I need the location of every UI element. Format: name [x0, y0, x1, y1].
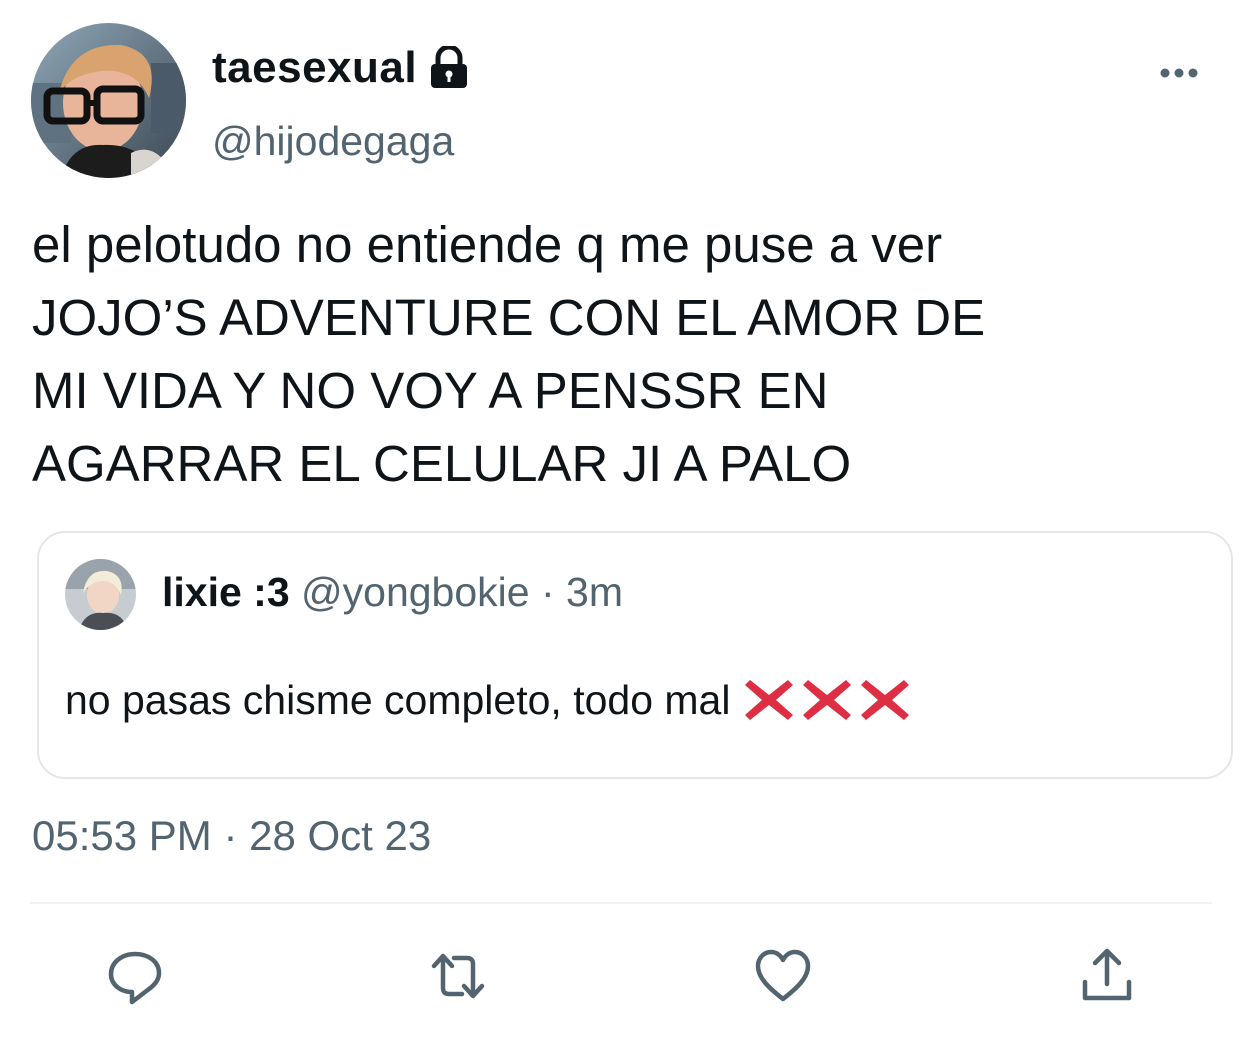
quoted-tweet-text-row: no pasas chisme completo, todo mal	[65, 676, 912, 724]
divider	[30, 902, 1212, 904]
cross-mark-icon	[800, 676, 854, 724]
quoted-tweet-card[interactable]: lixie :3 @yongbokie · 3m no pasas chisme…	[37, 531, 1233, 779]
tweet-text-line: AGARRAR EL CELULAR JI A PALO	[32, 435, 852, 492]
quoted-time-ago[interactable]: 3m	[566, 569, 623, 615]
quoted-author-avatar[interactable]	[65, 559, 136, 630]
quoted-display-name[interactable]: lixie :3	[162, 569, 290, 615]
tweet-text: el pelotudo no entiende q me puse a ver …	[32, 208, 1212, 500]
quoted-separator: ·	[540, 569, 555, 615]
author-display-name[interactable]: taesexual	[212, 43, 417, 93]
reply-icon	[108, 951, 162, 1005]
author-avatar[interactable]	[31, 23, 186, 178]
quoted-tweet-text: no pasas chisme completo, todo mal	[65, 676, 731, 723]
tweet-text-line: el pelotudo no entiende q me puse a ver	[32, 216, 943, 273]
cross-mark-icon	[858, 676, 912, 724]
lock-icon	[427, 44, 471, 90]
tweet-timestamp[interactable]: 05:53 PM · 28 Oct 23	[32, 812, 431, 860]
tweet-text-line: JOJO’S ADVENTURE CON EL AMOR DE	[32, 289, 986, 346]
quoted-tweet-header: lixie :3 @yongbokie · 3m	[162, 569, 623, 616]
author-handle[interactable]: @hijodegaga	[212, 118, 454, 165]
more-options-icon[interactable]	[1158, 58, 1200, 88]
retweet-button[interactable]	[428, 946, 488, 1006]
tweet-text-line: MI VIDA Y NO VOY A PENSSR EN	[32, 362, 829, 419]
retweet-icon	[431, 953, 485, 999]
reply-button[interactable]	[105, 946, 165, 1006]
share-button[interactable]	[1077, 946, 1137, 1006]
cross-mark-icon	[742, 676, 796, 724]
share-icon	[1082, 948, 1132, 1001]
like-icon	[755, 949, 811, 1002]
quoted-handle[interactable]: @yongbokie	[301, 569, 530, 615]
emoji-group	[742, 676, 912, 724]
like-button[interactable]	[753, 946, 813, 1006]
author-name-row: taesexual	[212, 38, 471, 98]
